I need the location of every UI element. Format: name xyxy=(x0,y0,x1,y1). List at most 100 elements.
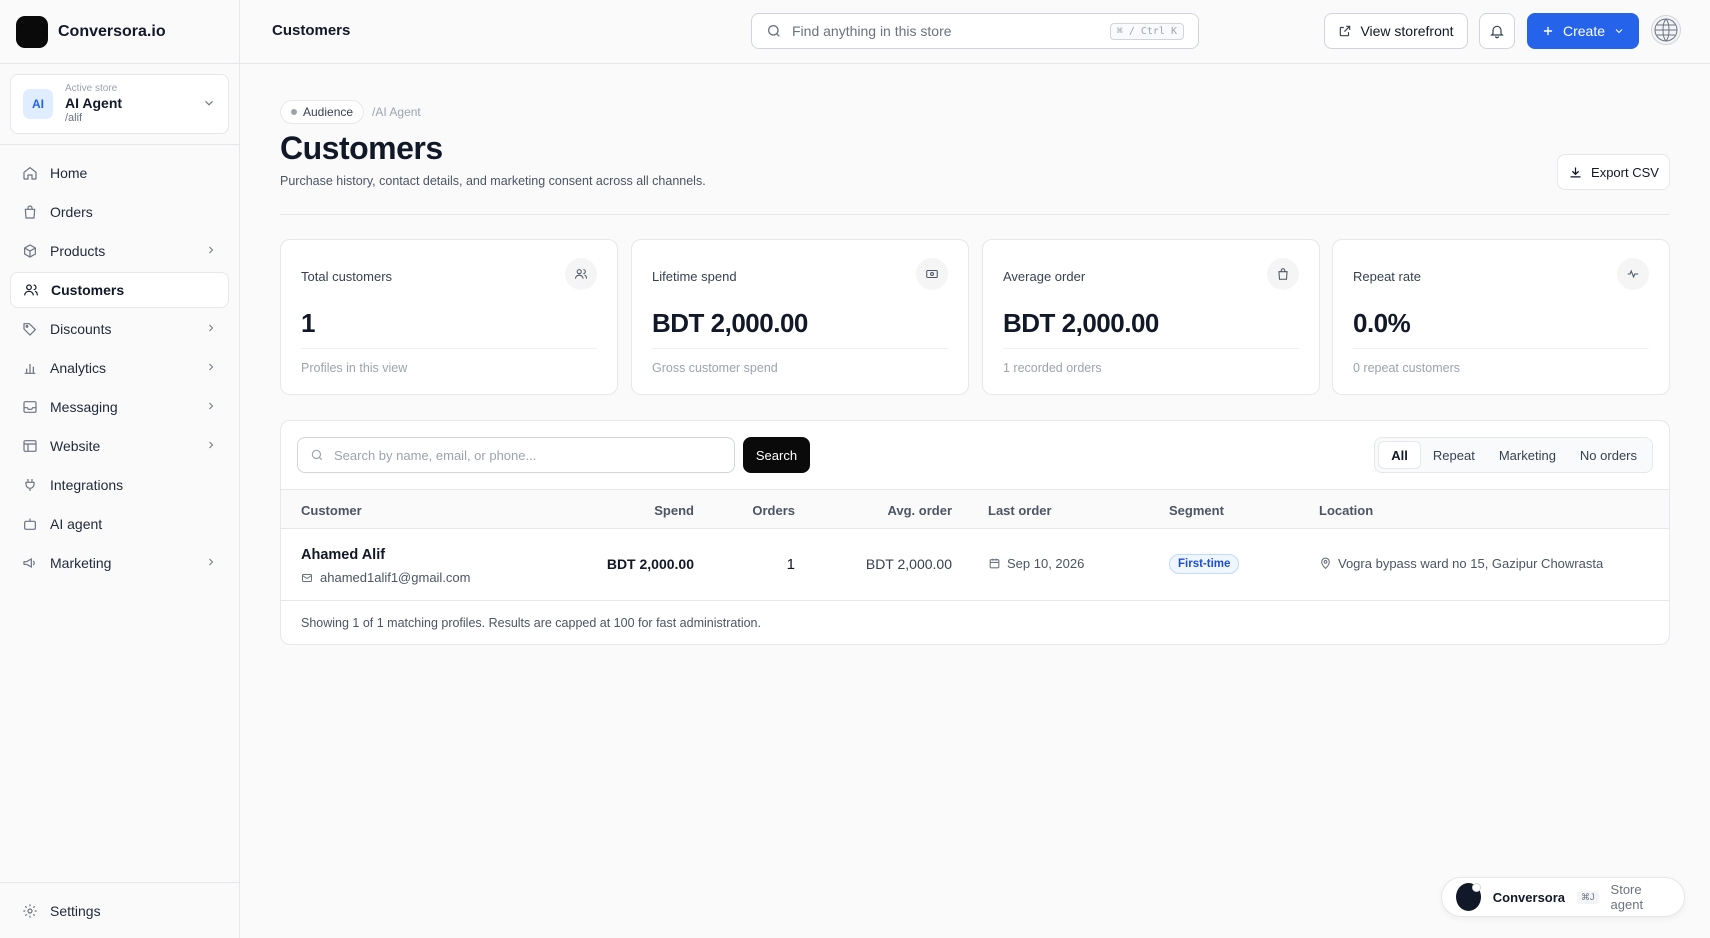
bell-icon xyxy=(1490,25,1504,39)
segment-badge: First-time xyxy=(1169,554,1240,574)
customer-location: Vogra bypass ward no 15, Gazipur Chowras… xyxy=(1319,556,1603,571)
sidebar-item-home[interactable]: Home xyxy=(10,155,229,191)
stat-value: BDT 2,000.00 xyxy=(1003,308,1159,338)
banknote-icon xyxy=(916,258,948,290)
home-icon xyxy=(23,166,37,180)
stat-card-repeat-rate: Repeat rate 0.0% 0 repeat customers xyxy=(1332,239,1670,395)
column-location[interactable]: Location xyxy=(1319,503,1373,518)
customer-email: ahamed1alif1@gmail.com xyxy=(301,570,471,585)
column-spend[interactable]: Spend xyxy=(639,503,694,518)
table-footer: Showing 1 of 1 matching profiles. Result… xyxy=(301,616,761,630)
sidebar-item-ai-agent[interactable]: AI agent xyxy=(10,506,229,542)
column-customer[interactable]: Customer xyxy=(301,503,362,518)
stat-label: Total customers xyxy=(301,269,393,284)
customer-last-order: Sep 10, 2026 xyxy=(988,556,1084,571)
column-segment[interactable]: Segment xyxy=(1169,503,1224,518)
mail-icon xyxy=(302,573,312,582)
customer-search-input[interactable]: Search by name, email, or phone... xyxy=(297,437,735,473)
bar-chart-icon xyxy=(24,364,36,374)
stat-label: Repeat rate xyxy=(1353,269,1421,284)
customer-location-text: Vogra bypass ward no 15, Gazipur Chowras… xyxy=(1338,556,1604,571)
brand-name: Conversora.io xyxy=(58,22,166,40)
sidebar-item-label: Orders xyxy=(50,204,93,220)
chevron-right-icon xyxy=(209,363,214,371)
gear-icon xyxy=(23,904,37,918)
sidebar-item-discounts[interactable]: Discounts xyxy=(10,311,229,347)
sidebar-item-customers[interactable]: Customers xyxy=(10,272,229,308)
sidebar-item-label: Settings xyxy=(50,903,101,919)
stat-note: Profiles in this view xyxy=(301,361,408,375)
sidebar-item-integrations[interactable]: Integrations xyxy=(10,467,229,503)
customer-name[interactable]: Ahamed Alif xyxy=(301,547,385,563)
download-icon xyxy=(1570,167,1581,177)
store-switcher[interactable]: AI Active store AI Agent /alif xyxy=(10,74,229,134)
package-icon xyxy=(24,244,36,258)
column-orders[interactable]: Orders xyxy=(731,503,795,518)
megaphone-icon xyxy=(23,557,35,569)
sidebar-item-marketing[interactable]: Marketing xyxy=(10,545,229,581)
customer-search-placeholder: Search by name, email, or phone... xyxy=(334,447,537,463)
breadcrumb-path: /AI Agent xyxy=(372,105,421,119)
customer-orders: 1 xyxy=(786,556,795,573)
brand-logo xyxy=(16,15,48,48)
agent-label: Store agent xyxy=(1610,882,1644,912)
store-name: AI Agent xyxy=(65,95,123,111)
filter-marketing[interactable]: Marketing xyxy=(1487,441,1568,469)
customer-spend: BDT 2,000.00 xyxy=(606,556,694,572)
plus-icon xyxy=(1543,26,1553,36)
filter-all[interactable]: All xyxy=(1378,441,1421,469)
customer-avg-order: BDT 2,000.00 xyxy=(865,556,952,572)
breadcrumb-tag[interactable]: Audience xyxy=(280,100,365,124)
topbar-title: Customers xyxy=(272,22,351,39)
sidebar-item-orders[interactable]: Orders xyxy=(10,194,229,230)
filter-repeat[interactable]: Repeat xyxy=(1421,441,1487,469)
view-storefront-button[interactable]: View storefront xyxy=(1324,13,1468,49)
stat-note: 1 recorded orders xyxy=(1003,361,1102,375)
sidebar-item-label: Integrations xyxy=(50,477,124,493)
agent-name: Conversora xyxy=(1492,889,1566,905)
create-button[interactable]: Create xyxy=(1527,13,1639,49)
sidebar-item-analytics[interactable]: Analytics xyxy=(10,350,229,386)
sidebar-item-website[interactable]: Website xyxy=(10,428,229,464)
filter-no-orders[interactable]: No orders xyxy=(1568,441,1649,469)
sidebar-item-settings[interactable]: Settings xyxy=(10,893,229,929)
shopping-bag-icon xyxy=(24,205,36,219)
store-agent-widget[interactable]: Conversora ⌘J Store agent xyxy=(1441,877,1685,917)
chevron-right-icon xyxy=(209,558,214,566)
search-button[interactable]: Search xyxy=(743,437,810,473)
users-icon xyxy=(24,284,38,296)
chevron-down-icon xyxy=(1615,29,1623,34)
stat-card-average-order: Average order BDT 2,000.00 1 recorded or… xyxy=(982,239,1320,395)
dot-icon xyxy=(291,109,297,115)
agent-shortcut: ⌘J xyxy=(1577,890,1599,904)
table-row[interactable]: Ahamed Alif ahamed1alif1@gmail.com BDT 2… xyxy=(281,529,1669,601)
sidebar-item-label: Home xyxy=(50,165,88,181)
stat-value: BDT 2,000.00 xyxy=(652,308,808,338)
global-search-input[interactable]: Find anything in this store ⌘ / Ctrl K xyxy=(751,13,1199,49)
store-handle: /alif xyxy=(65,111,83,124)
store-avatar: AI xyxy=(23,89,53,119)
view-storefront-label: View storefront xyxy=(1360,23,1454,39)
search-icon xyxy=(311,449,323,461)
sidebar-item-products[interactable]: Products xyxy=(10,233,229,269)
customers-table-card: Search by name, email, or phone... Searc… xyxy=(280,420,1670,645)
global-search-placeholder: Find anything in this store xyxy=(792,23,952,39)
column-last-order[interactable]: Last order xyxy=(988,503,1052,518)
stat-label: Lifetime spend xyxy=(652,269,737,284)
sidebar-item-messaging[interactable]: Messaging xyxy=(10,389,229,425)
page-title: Customers xyxy=(280,130,443,166)
chevron-right-icon xyxy=(209,246,214,254)
segment-badge-label: First-time xyxy=(1169,554,1240,574)
chevron-down-icon xyxy=(205,100,213,106)
create-label: Create xyxy=(1562,23,1606,39)
chevron-right-icon xyxy=(209,402,214,410)
stat-value: 1 xyxy=(301,308,315,338)
user-avatar[interactable] xyxy=(1651,15,1681,45)
export-csv-button[interactable]: Export CSV xyxy=(1557,154,1670,190)
brand[interactable]: Conversora.io xyxy=(0,0,239,64)
column-avg-order[interactable]: Avg. order xyxy=(861,503,952,518)
map-pin-icon xyxy=(1321,557,1330,570)
chevron-right-icon xyxy=(209,324,214,332)
notifications-button[interactable] xyxy=(1479,13,1515,49)
stat-value: 0.0% xyxy=(1353,308,1411,338)
